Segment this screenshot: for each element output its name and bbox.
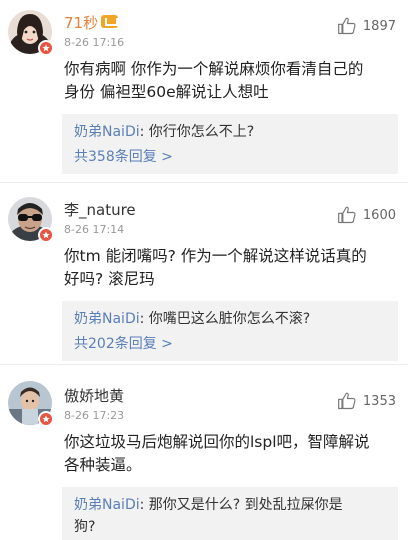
comment-time: 8-26 17:23 <box>64 409 125 422</box>
reply-author[interactable]: 奶弟NaiDi <box>74 497 140 513</box>
reply-preview[interactable]: 奶弟NaiDi: 你行你怎么不上? 共358条回复 > <box>62 114 398 174</box>
comment-text: 你tm 能闭嘴吗? 作为一个解说这样说话真的 好吗? 滚尼玛 <box>64 245 396 291</box>
comment-username[interactable]: 傲娇地黄 <box>64 385 124 406</box>
avatar[interactable] <box>8 381 54 427</box>
view-replies-link[interactable]: 共202条回复 > <box>74 333 386 355</box>
comment-text-line: 你有病啊 你作为一个解说麻烦你看清自己的 <box>64 60 364 78</box>
username-text: 71秒 <box>64 14 99 32</box>
comment-item: 李_nature 8-26 17:14 1600 你tm 能闭嘴吗? 作为一个解… <box>0 182 408 364</box>
like-button[interactable]: 1897 <box>337 16 396 36</box>
comment-item: 傲娇地黄 8-26 17:23 1353 你这垃圾马后炮解说回你的lspl吧，智… <box>0 364 408 540</box>
like-button[interactable]: 1353 <box>337 391 396 411</box>
comment-username[interactable]: 李_nature <box>64 199 136 220</box>
like-count: 1353 <box>362 393 396 409</box>
reply-author[interactable]: 奶弟NaiDi <box>74 311 140 327</box>
comment-text-line: 你tm 能闭嘴吗? 作为一个解说这样说话真的 <box>64 247 367 265</box>
like-button[interactable]: 1600 <box>337 205 396 225</box>
verified-badge-icon <box>38 227 54 243</box>
reply-text: : 你行你怎么不上? <box>139 124 255 140</box>
comment-time: 8-26 17:16 <box>64 36 125 49</box>
comment-text: 你这垃圾马后炮解说回你的lspl吧，智障解说 各种装逼。 <box>64 431 396 477</box>
reply-line: 奶弟NaiDi: 你行你怎么不上? <box>74 121 386 143</box>
comment-text-line: 各种装逼。 <box>64 456 142 474</box>
like-count: 1897 <box>362 18 396 34</box>
view-replies-link[interactable]: 共358条回复 > <box>74 146 386 168</box>
reply-preview[interactable]: 奶弟NaiDi: 那你又是什么? 到处乱拉屎你是 狗? <box>62 487 398 540</box>
reply-line: 奶弟NaiDi: 那你又是什么? 到处乱拉屎你是 <box>74 494 386 516</box>
comment-item: 71秒 8-26 17:16 1897 你有病啊 你作为一个解说麻烦你看清自己的… <box>0 0 408 182</box>
comment-time: 8-26 17:14 <box>64 223 125 236</box>
reply-author[interactable]: 奶弟NaiDi <box>74 124 140 140</box>
comment-username[interactable]: 71秒 <box>64 12 119 33</box>
avatar[interactable] <box>8 197 54 243</box>
comment-text-line: 身份 偏袒型60e解说让人想吐 <box>64 83 269 101</box>
vip-crown-icon <box>101 15 119 28</box>
reply-text: : 那你又是什么? 到处乱拉屎你是 <box>139 497 343 513</box>
thumbs-up-icon <box>337 206 356 224</box>
verified-badge-icon <box>38 40 54 56</box>
avatar[interactable] <box>8 10 54 56</box>
comment-text-line: 好吗? 滚尼玛 <box>64 270 155 288</box>
reply-text-continued: 狗? <box>74 519 96 535</box>
thumbs-up-icon <box>337 17 356 35</box>
reply-line: 奶弟NaiDi: 你嘴巴这么脏你怎么不滚? <box>74 308 386 330</box>
verified-badge-icon <box>38 411 54 427</box>
reply-text: : 你嘴巴这么脏你怎么不滚? <box>139 311 311 327</box>
like-count: 1600 <box>362 207 396 223</box>
comment-text: 你有病啊 你作为一个解说麻烦你看清自己的 身份 偏袒型60e解说让人想吐 <box>64 58 396 104</box>
reply-preview[interactable]: 奶弟NaiDi: 你嘴巴这么脏你怎么不滚? 共202条回复 > <box>62 301 398 361</box>
comment-text-line: 你这垃圾马后炮解说回你的lspl吧，智障解说 <box>64 433 370 451</box>
thumbs-up-icon <box>337 392 356 410</box>
